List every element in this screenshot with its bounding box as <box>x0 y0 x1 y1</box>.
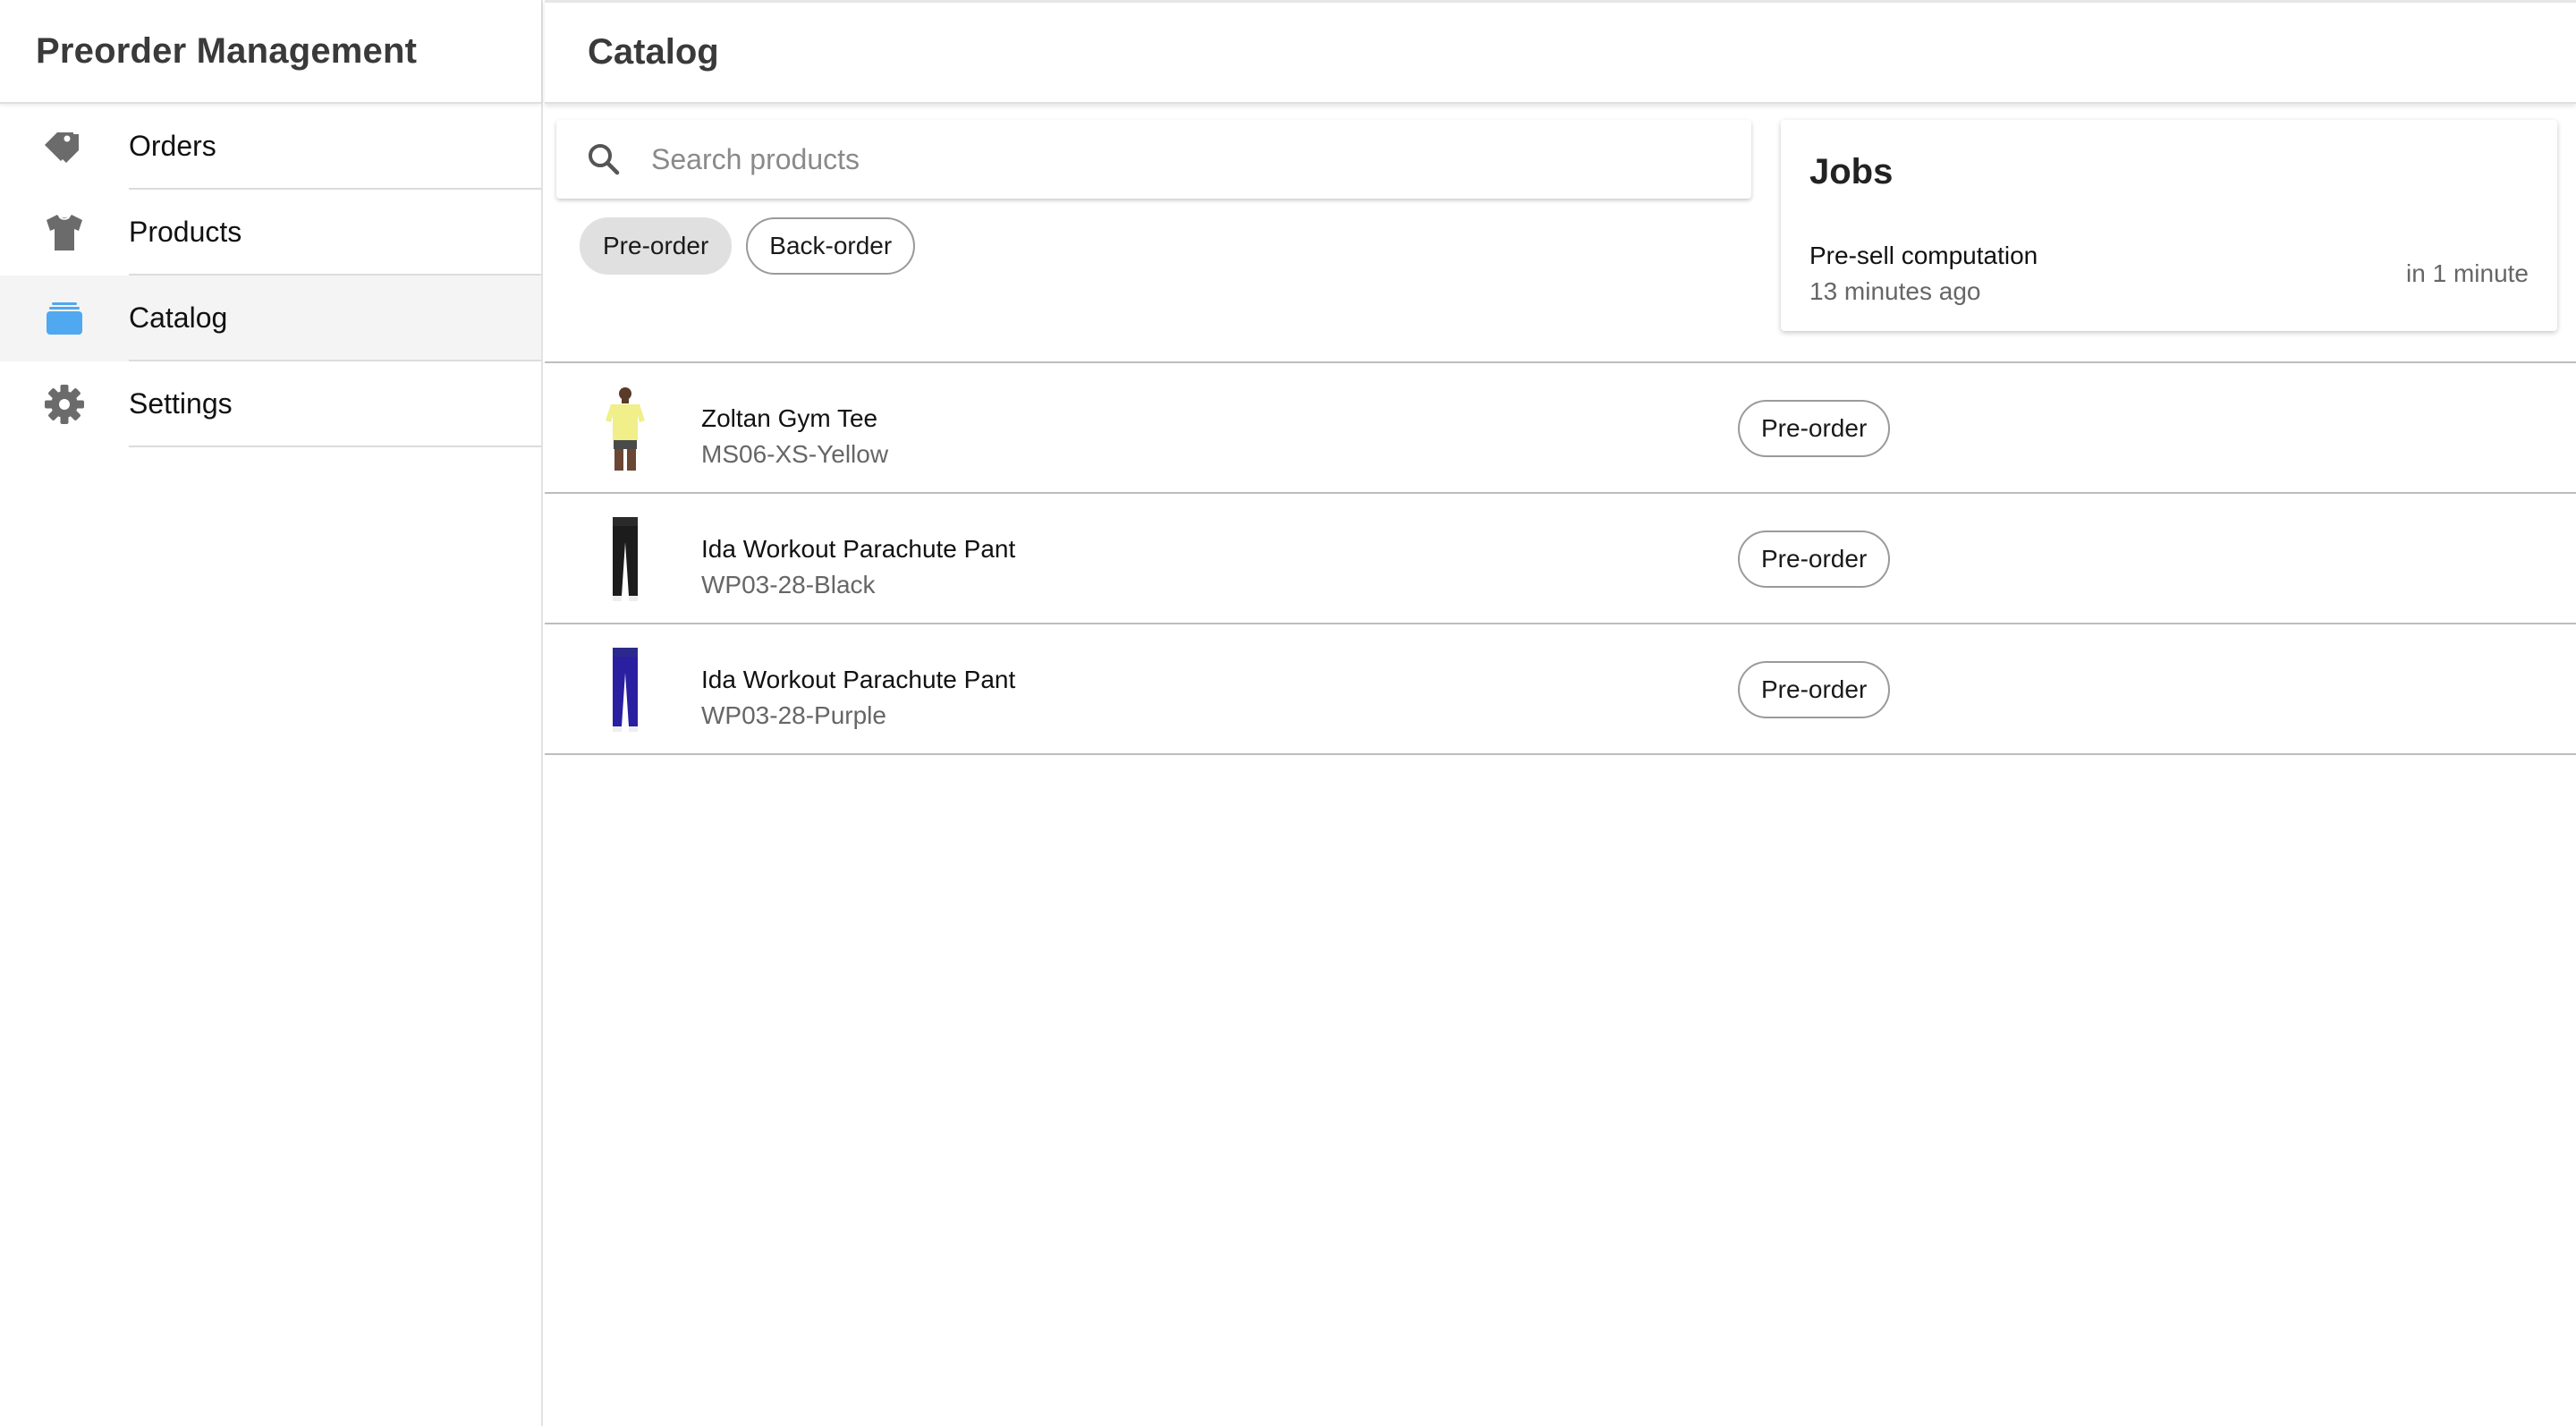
product-thumbnail <box>591 646 659 735</box>
product-list: Zoltan Gym Tee MS06-XS-Yellow Pre-order … <box>545 361 2576 755</box>
product-thumbnail <box>591 515 659 605</box>
sidebar-item-label: Orders <box>129 129 216 162</box>
page-header: Catalog <box>545 0 2576 104</box>
sidebar-nav: Orders Products Catalog Settings <box>0 104 541 447</box>
job-last-run: 13 minutes ago <box>1809 277 1981 305</box>
sidebar-item-label: Settings <box>129 386 233 420</box>
search-icon <box>556 120 651 199</box>
jobs-card: Jobs Pre-sell computation 13 minutes ago… <box>1781 120 2557 331</box>
settings-icon <box>0 361 129 447</box>
status-chip[interactable]: Pre-order <box>1738 400 1891 457</box>
app-title: Preorder Management <box>36 30 418 71</box>
sidebar-header: Preorder Management <box>0 0 541 104</box>
shirt-icon <box>0 190 129 276</box>
product-name: Ida Workout Parachute Pant <box>701 535 1016 563</box>
sidebar-item-products[interactable]: Products <box>0 190 541 276</box>
pricetags-icon <box>0 104 129 190</box>
filter-chip-preorder[interactable]: Pre-order <box>580 217 733 275</box>
sidebar-item-orders[interactable]: Orders <box>0 104 541 190</box>
search-input[interactable] <box>651 142 1724 176</box>
status-chip[interactable]: Pre-order <box>1738 661 1891 718</box>
job-next-run: in 1 minute <box>2406 259 2529 287</box>
search-bar[interactable] <box>556 120 1751 199</box>
sidebar-item-settings[interactable]: Settings <box>0 361 541 447</box>
sidebar: Preorder Management Orders Products Cata… <box>0 0 543 1426</box>
page-title: Catalog <box>588 32 719 72</box>
status-chip[interactable]: Pre-order <box>1738 531 1891 588</box>
sidebar-item-label: Catalog <box>129 301 228 334</box>
product-sku: WP03-28-Black <box>701 571 876 598</box>
product-name: Zoltan Gym Tee <box>701 404 878 432</box>
product-row[interactable]: Ida Workout Parachute Pant WP03-28-Purpl… <box>545 624 2576 755</box>
sidebar-item-label: Products <box>129 215 242 248</box>
product-row[interactable]: Ida Workout Parachute Pant WP03-28-Black… <box>545 494 2576 624</box>
product-name: Ida Workout Parachute Pant <box>701 666 1016 693</box>
jobs-title: Jobs <box>1809 152 1894 191</box>
product-thumbnail <box>591 385 659 474</box>
albums-icon <box>0 276 129 361</box>
filter-chips: Pre-order Back-order <box>580 217 916 275</box>
product-sku: WP03-28-Purple <box>701 701 886 729</box>
product-row[interactable]: Zoltan Gym Tee MS06-XS-Yellow Pre-order <box>545 363 2576 494</box>
sidebar-item-catalog[interactable]: Catalog <box>0 276 541 361</box>
product-sku: MS06-XS-Yellow <box>701 440 889 468</box>
job-name: Pre-sell computation <box>1809 242 2038 269</box>
filter-chip-backorder[interactable]: Back-order <box>746 217 916 275</box>
